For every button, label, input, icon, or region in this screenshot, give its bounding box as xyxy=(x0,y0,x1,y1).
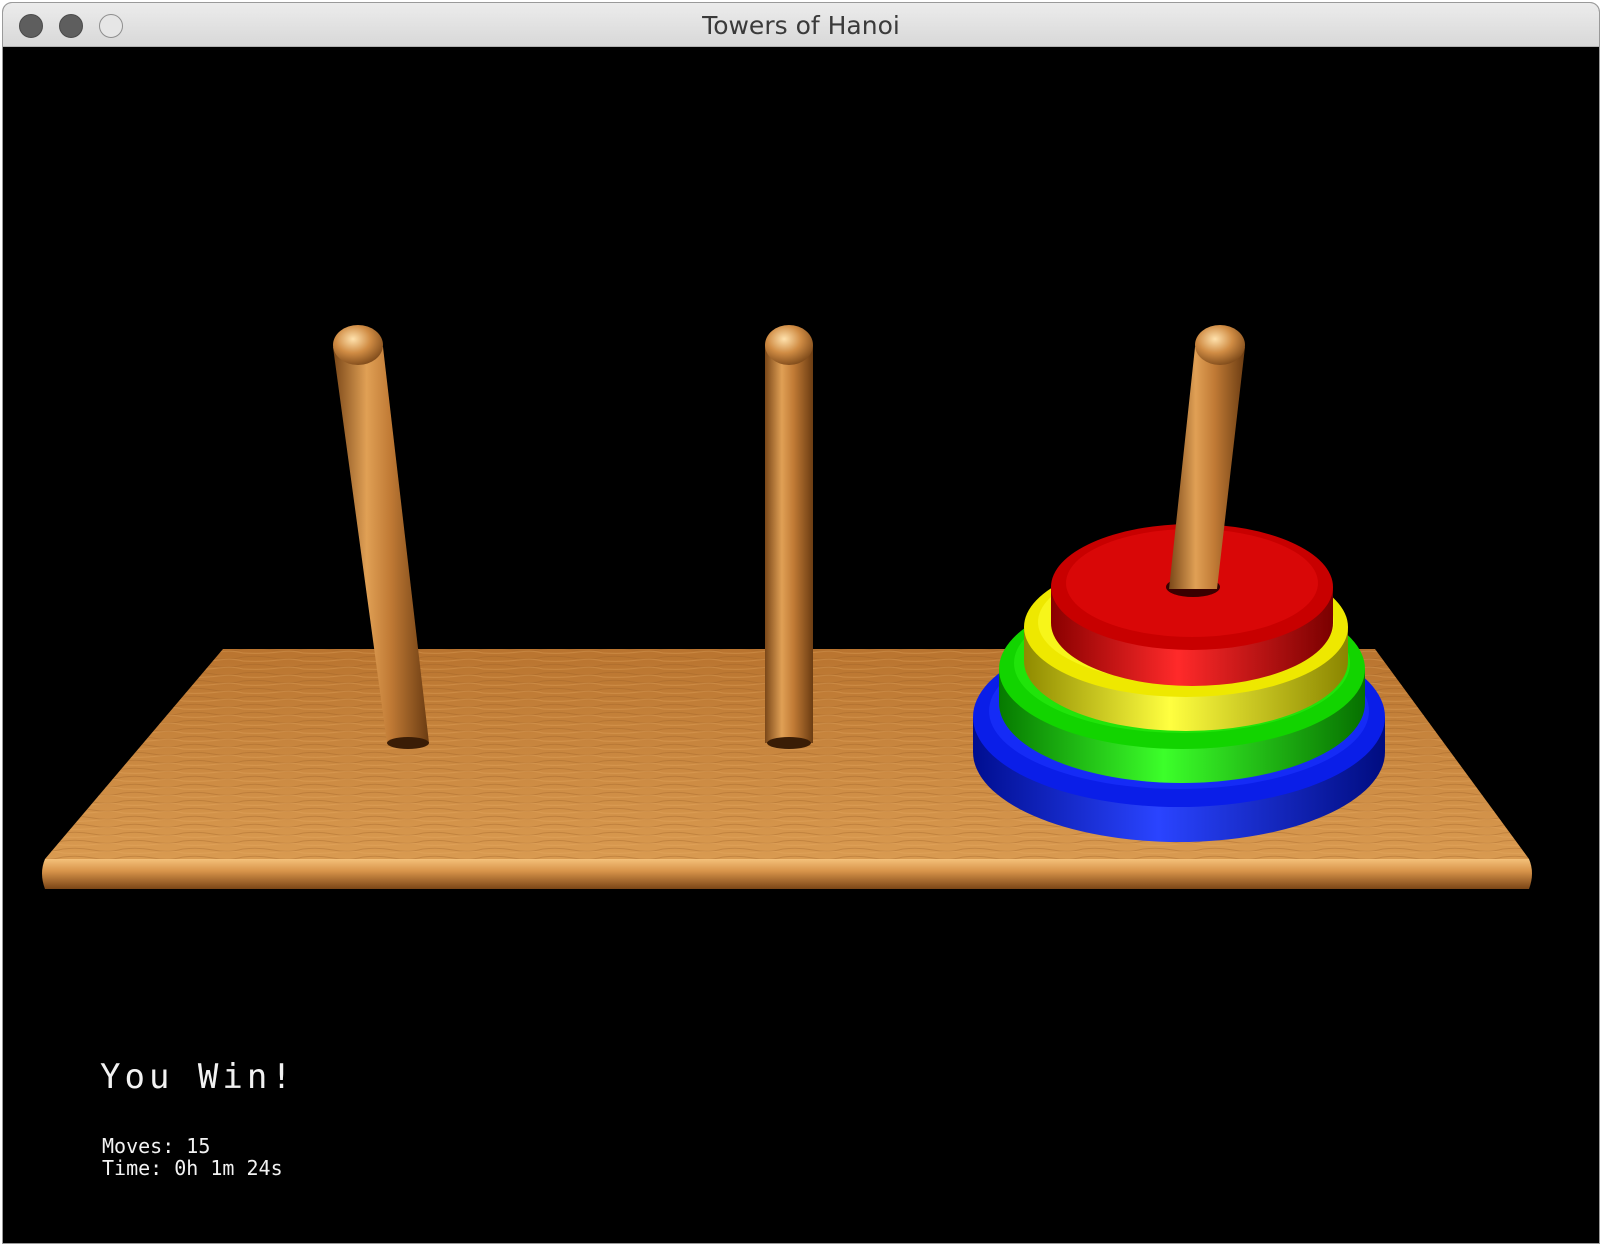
game-viewport[interactable]: You Win! Moves: 15 Time: 0h 1m 24s xyxy=(3,47,1599,1243)
moves-counter: Moves: 15 xyxy=(102,1134,211,1158)
app-window: Towers of Hanoi You Win! Moves: 15 Time:… xyxy=(2,2,1600,1244)
win-message: You Win! xyxy=(100,1057,296,1097)
stats-panel: Moves: 15 Time: 0h 1m 24s xyxy=(102,1135,283,1179)
title-bar[interactable]: Towers of Hanoi xyxy=(3,3,1599,47)
window-title: Towers of Hanoi xyxy=(702,11,900,40)
elapsed-time: Time: 0h 1m 24s xyxy=(102,1156,283,1180)
rod-middle[interactable] xyxy=(765,325,813,749)
